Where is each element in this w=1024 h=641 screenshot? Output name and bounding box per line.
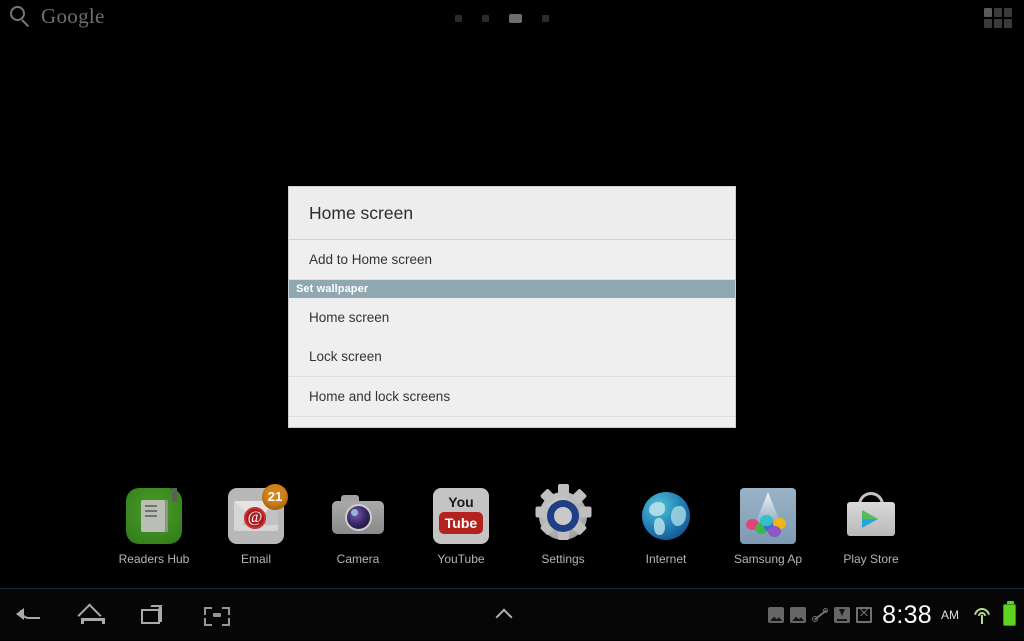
email-unread-badge: 21: [262, 484, 288, 510]
dialog-bottom-padding: [289, 417, 735, 427]
dock-item-samsung-apps[interactable]: Samsung Ap: [716, 488, 820, 566]
dock-item-play-store[interactable]: Play Store: [819, 488, 923, 566]
top-bar: Google: [0, 0, 1024, 42]
email-icon: @ 21: [228, 484, 288, 544]
home-screen-dialog: Home screen Add to Home screen Set wallp…: [288, 186, 736, 428]
system-bar: 8:38 AM: [0, 588, 1024, 640]
screenshot-captured-icon: [790, 607, 807, 623]
dialog-item-lock-screen[interactable]: Lock screen: [289, 337, 735, 377]
settings-gear-icon: [535, 484, 591, 544]
dialog-item-home-screen[interactable]: Home screen: [289, 298, 735, 337]
dock-label: Readers Hub: [118, 552, 190, 566]
readers-hub-icon: [126, 488, 182, 544]
page-dot[interactable]: [455, 15, 462, 22]
dock-item-internet[interactable]: Internet: [614, 488, 718, 566]
youtube-tube-text: Tube: [439, 512, 483, 534]
home-icon[interactable]: [76, 598, 110, 632]
dock-item-youtube[interactable]: You Tube YouTube: [409, 488, 513, 566]
dialog-item-home-and-lock-screens[interactable]: Home and lock screens: [289, 377, 735, 417]
page-dot-active[interactable]: [509, 14, 522, 23]
dock-item-settings[interactable]: Settings: [511, 484, 615, 566]
page-dot[interactable]: [482, 15, 489, 22]
google-search-label: Google: [41, 4, 105, 28]
status-area[interactable]: 8:38 AM: [768, 589, 1016, 641]
clock-ampm: AM: [941, 608, 959, 622]
vibrate-mute-icon: [812, 607, 829, 623]
nav-buttons: [14, 589, 234, 641]
dock-label: Settings: [541, 552, 585, 566]
dialog-option-list: Add to Home screen Set wallpaper Home sc…: [289, 240, 735, 427]
dialog-section-set-wallpaper[interactable]: Set wallpaper: [289, 280, 735, 298]
dock-label: Samsung Ap: [733, 552, 803, 566]
apps-grid-icon[interactable]: [984, 8, 1012, 28]
chevron-up-icon[interactable]: [495, 607, 513, 626]
page-dot[interactable]: [542, 15, 549, 22]
gmail-icon: [856, 607, 873, 623]
dock-item-camera[interactable]: Camera: [306, 488, 410, 566]
dock-label: Internet: [645, 552, 687, 566]
play-store-icon: [843, 488, 899, 544]
dialog-item-add-to-home-screen[interactable]: Add to Home screen: [289, 240, 735, 280]
dock-label: Play Store: [843, 552, 899, 566]
wifi-icon: [972, 607, 992, 624]
samsung-apps-icon: [740, 488, 796, 544]
recents-icon[interactable]: [138, 598, 172, 632]
back-icon[interactable]: [14, 598, 48, 632]
dock-label: YouTube: [437, 552, 485, 566]
search-icon: [10, 5, 32, 28]
internet-globe-icon: [638, 488, 694, 544]
dock-label: Camera: [336, 552, 380, 566]
google-search-widget[interactable]: Google: [10, 4, 105, 29]
download-icon: [834, 607, 851, 623]
page-indicator: [455, 14, 549, 23]
dialog-header: Home screen: [289, 187, 735, 240]
clock-time: 8:38: [882, 600, 932, 629]
youtube-icon: You Tube: [433, 488, 489, 544]
youtube-you-text: You: [448, 494, 474, 510]
dialog-title: Home screen: [309, 203, 414, 223]
dock-item-email[interactable]: @ 21 Email: [204, 484, 308, 566]
app-dock: Readers Hub @ 21 Email Camera You Tube Y…: [0, 484, 1024, 588]
dock-label: Email: [240, 552, 271, 566]
battery-full-icon: [1003, 601, 1016, 626]
screenshot-icon[interactable]: [200, 598, 234, 632]
dock-item-readers-hub[interactable]: Readers Hub: [102, 488, 206, 566]
screenshot-captured-icon: [768, 607, 785, 623]
camera-icon: [330, 488, 386, 544]
